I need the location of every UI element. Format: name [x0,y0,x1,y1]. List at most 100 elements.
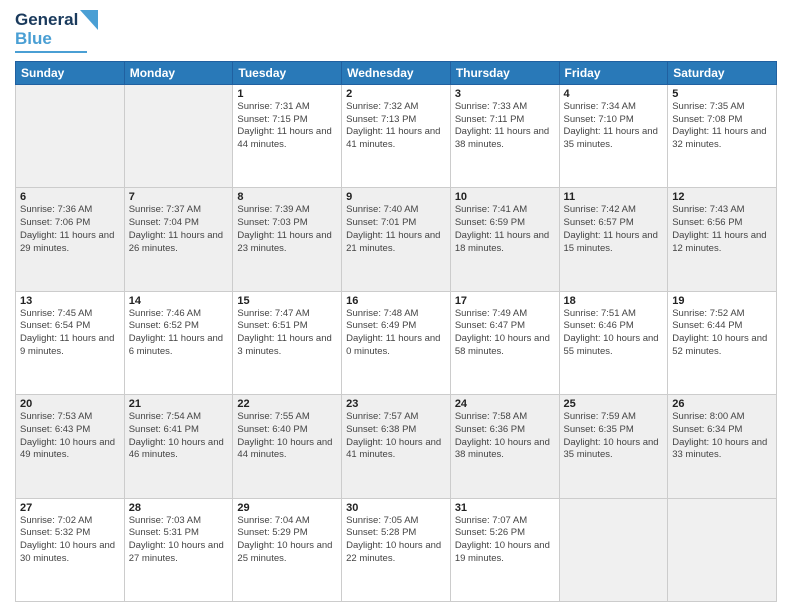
sunrise-text: Sunrise: 7:46 AM [129,308,229,321]
sunrise-text: Sunrise: 8:00 AM [672,411,772,424]
day-number: 2 [346,88,446,100]
day-info: Sunrise: 7:51 AM Sunset: 6:46 PM Dayligh… [564,308,664,359]
sunrise-text: Sunrise: 7:54 AM [129,411,229,424]
sunrise-text: Sunrise: 7:53 AM [20,411,120,424]
daylight-text: Daylight: 11 hours and 38 minutes. [455,126,555,152]
calendar-cell: 10 Sunrise: 7:41 AM Sunset: 6:59 PM Dayl… [450,188,559,291]
sunset-text: Sunset: 6:40 PM [237,424,337,437]
sunset-text: Sunset: 7:04 PM [129,217,229,230]
weekday-header: Friday [559,61,668,84]
sunset-text: Sunset: 6:52 PM [129,320,229,333]
sunset-text: Sunset: 6:56 PM [672,217,772,230]
daylight-text: Daylight: 11 hours and 35 minutes. [564,126,664,152]
sunrise-text: Sunrise: 7:47 AM [237,308,337,321]
calendar-cell [16,84,125,187]
day-info: Sunrise: 7:42 AM Sunset: 6:57 PM Dayligh… [564,204,664,255]
daylight-text: Daylight: 10 hours and 46 minutes. [129,437,229,463]
day-info: Sunrise: 7:47 AM Sunset: 6:51 PM Dayligh… [237,308,337,359]
day-number: 19 [672,295,772,307]
sunrise-text: Sunrise: 7:31 AM [237,101,337,114]
day-number: 30 [346,502,446,514]
sunrise-text: Sunrise: 7:03 AM [129,515,229,528]
day-info: Sunrise: 8:00 AM Sunset: 6:34 PM Dayligh… [672,411,772,462]
sunset-text: Sunset: 5:32 PM [20,527,120,540]
calendar-cell: 24 Sunrise: 7:58 AM Sunset: 6:36 PM Dayl… [450,395,559,498]
day-info: Sunrise: 7:04 AM Sunset: 5:29 PM Dayligh… [237,515,337,566]
calendar-cell: 16 Sunrise: 7:48 AM Sunset: 6:49 PM Dayl… [342,291,451,394]
daylight-text: Daylight: 10 hours and 44 minutes. [237,437,337,463]
sunset-text: Sunset: 6:49 PM [346,320,446,333]
day-info: Sunrise: 7:43 AM Sunset: 6:56 PM Dayligh… [672,204,772,255]
sunset-text: Sunset: 6:57 PM [564,217,664,230]
day-number: 31 [455,502,555,514]
day-number: 3 [455,88,555,100]
day-number: 16 [346,295,446,307]
daylight-text: Daylight: 10 hours and 35 minutes. [564,437,664,463]
day-number: 10 [455,191,555,203]
day-number: 21 [129,398,229,410]
day-info: Sunrise: 7:40 AM Sunset: 7:01 PM Dayligh… [346,204,446,255]
sunset-text: Sunset: 6:35 PM [564,424,664,437]
calendar-cell: 28 Sunrise: 7:03 AM Sunset: 5:31 PM Dayl… [124,498,233,602]
day-info: Sunrise: 7:58 AM Sunset: 6:36 PM Dayligh… [455,411,555,462]
weekday-header: Tuesday [233,61,342,84]
header: General Blue [15,10,777,53]
sunset-text: Sunset: 5:26 PM [455,527,555,540]
sunset-text: Sunset: 6:44 PM [672,320,772,333]
sunset-text: Sunset: 6:47 PM [455,320,555,333]
sunrise-text: Sunrise: 7:39 AM [237,204,337,217]
calendar-cell: 21 Sunrise: 7:54 AM Sunset: 6:41 PM Dayl… [124,395,233,498]
daylight-text: Daylight: 10 hours and 55 minutes. [564,333,664,359]
sunset-text: Sunset: 7:13 PM [346,114,446,127]
calendar-cell: 4 Sunrise: 7:34 AM Sunset: 7:10 PM Dayli… [559,84,668,187]
daylight-text: Daylight: 11 hours and 21 minutes. [346,230,446,256]
sunrise-text: Sunrise: 7:49 AM [455,308,555,321]
day-number: 11 [564,191,664,203]
logo: General Blue [15,10,98,53]
calendar-cell: 2 Sunrise: 7:32 AM Sunset: 7:13 PM Dayli… [342,84,451,187]
calendar-cell [559,498,668,602]
sunrise-text: Sunrise: 7:37 AM [129,204,229,217]
day-info: Sunrise: 7:46 AM Sunset: 6:52 PM Dayligh… [129,308,229,359]
day-info: Sunrise: 7:49 AM Sunset: 6:47 PM Dayligh… [455,308,555,359]
daylight-text: Daylight: 11 hours and 18 minutes. [455,230,555,256]
daylight-text: Daylight: 11 hours and 9 minutes. [20,333,120,359]
day-number: 13 [20,295,120,307]
calendar-cell: 20 Sunrise: 7:53 AM Sunset: 6:43 PM Dayl… [16,395,125,498]
sunset-text: Sunset: 7:10 PM [564,114,664,127]
calendar-cell [124,84,233,187]
daylight-text: Daylight: 11 hours and 12 minutes. [672,230,772,256]
calendar-cell: 26 Sunrise: 8:00 AM Sunset: 6:34 PM Dayl… [668,395,777,498]
calendar-cell: 12 Sunrise: 7:43 AM Sunset: 6:56 PM Dayl… [668,188,777,291]
daylight-text: Daylight: 11 hours and 44 minutes. [237,126,337,152]
day-info: Sunrise: 7:05 AM Sunset: 5:28 PM Dayligh… [346,515,446,566]
day-number: 28 [129,502,229,514]
logo-general: General [15,11,78,30]
sunrise-text: Sunrise: 7:02 AM [20,515,120,528]
day-info: Sunrise: 7:53 AM Sunset: 6:43 PM Dayligh… [20,411,120,462]
sunset-text: Sunset: 6:46 PM [564,320,664,333]
weekday-header: Monday [124,61,233,84]
sunset-text: Sunset: 5:29 PM [237,527,337,540]
day-info: Sunrise: 7:45 AM Sunset: 6:54 PM Dayligh… [20,308,120,359]
day-number: 27 [20,502,120,514]
day-info: Sunrise: 7:03 AM Sunset: 5:31 PM Dayligh… [129,515,229,566]
day-info: Sunrise: 7:54 AM Sunset: 6:41 PM Dayligh… [129,411,229,462]
day-number: 18 [564,295,664,307]
day-number: 25 [564,398,664,410]
weekday-header: Thursday [450,61,559,84]
calendar-cell [668,498,777,602]
sunrise-text: Sunrise: 7:43 AM [672,204,772,217]
calendar-cell: 3 Sunrise: 7:33 AM Sunset: 7:11 PM Dayli… [450,84,559,187]
daylight-text: Daylight: 11 hours and 6 minutes. [129,333,229,359]
day-number: 29 [237,502,337,514]
calendar-cell: 13 Sunrise: 7:45 AM Sunset: 6:54 PM Dayl… [16,291,125,394]
day-number: 4 [564,88,664,100]
day-info: Sunrise: 7:48 AM Sunset: 6:49 PM Dayligh… [346,308,446,359]
day-number: 22 [237,398,337,410]
day-info: Sunrise: 7:32 AM Sunset: 7:13 PM Dayligh… [346,101,446,152]
sunrise-text: Sunrise: 7:59 AM [564,411,664,424]
day-number: 1 [237,88,337,100]
sunrise-text: Sunrise: 7:34 AM [564,101,664,114]
page: General Blue SundayMondayTuesdayWednesda… [0,0,792,612]
